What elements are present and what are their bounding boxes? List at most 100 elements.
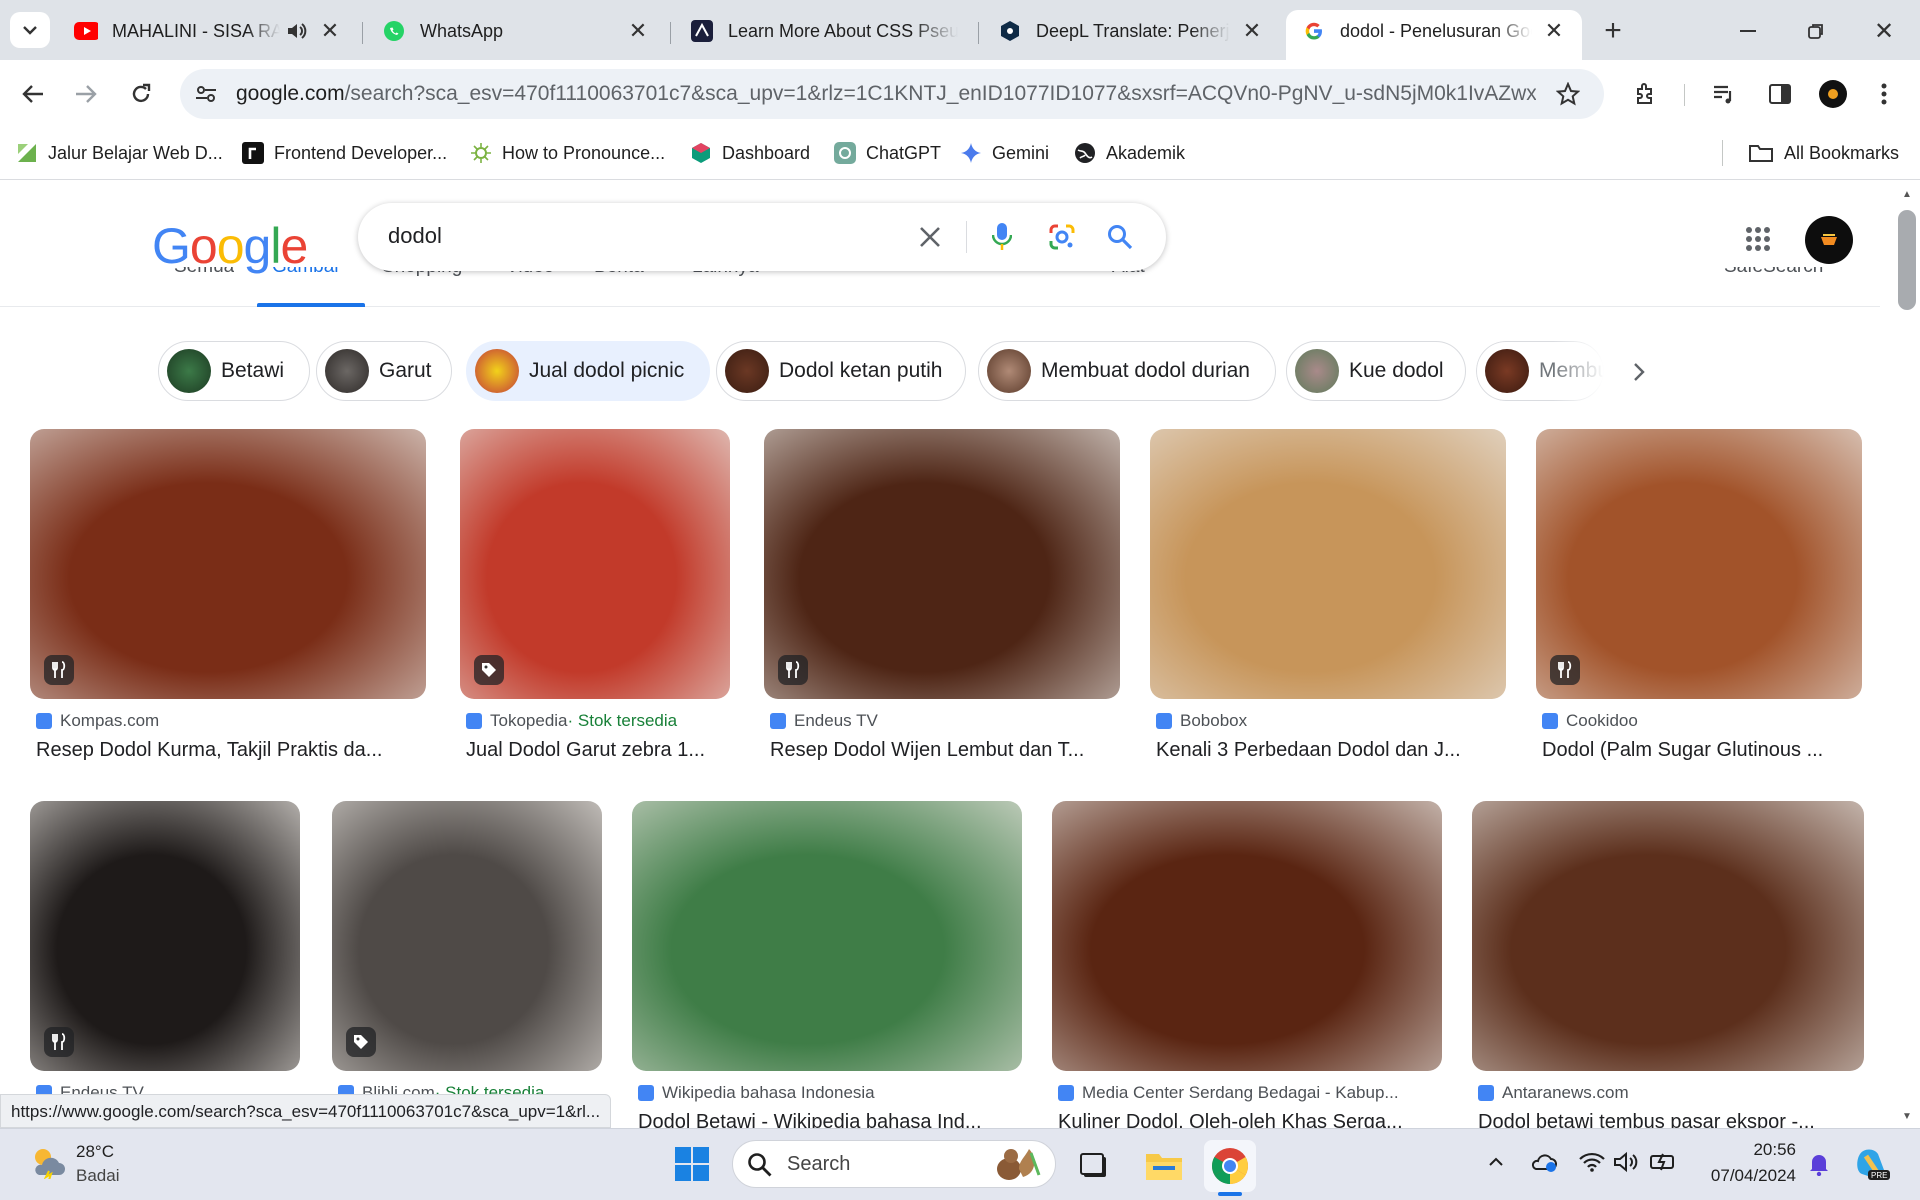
search-box[interactable]: dodol xyxy=(358,203,1166,271)
google-apps-icon[interactable] xyxy=(1738,219,1778,259)
bookmark-dashboard[interactable]: Dashboard xyxy=(690,137,810,169)
chip-kue-dodol[interactable]: Kue dodol xyxy=(1286,341,1466,401)
microphone-icon[interactable] xyxy=(982,217,1022,257)
page-scrollbar[interactable]: ▲ ▼ xyxy=(1894,181,1920,1128)
bookmark-chatgpt[interactable]: ChatGPT xyxy=(834,137,941,169)
tab-gambar[interactable]: Gambar xyxy=(272,267,341,279)
volume-icon[interactable] xyxy=(1612,1148,1640,1176)
image-result-card[interactable]: Endeus TV xyxy=(30,801,300,1128)
result-source[interactable]: Bobobox xyxy=(1156,711,1247,731)
clear-search-icon[interactable] xyxy=(910,217,950,257)
task-view-icon[interactable] xyxy=(1074,1146,1114,1186)
chip-dodol-ketan-putih[interactable]: Dodol ketan putih xyxy=(716,341,966,401)
result-thumbnail[interactable] xyxy=(332,801,602,1071)
windows-start-icon[interactable] xyxy=(672,1144,712,1184)
back-button[interactable] xyxy=(17,78,49,110)
result-thumbnail[interactable] xyxy=(1150,429,1506,699)
result-title[interactable]: Resep Dodol Wijen Lembut dan T... xyxy=(770,739,1120,762)
tab-search-button[interactable] xyxy=(10,12,50,48)
scroll-up-arrow[interactable]: ▲ xyxy=(1902,189,1912,200)
side-panel-icon[interactable] xyxy=(1764,78,1796,110)
result-source[interactable]: Wikipedia bahasa Indonesia xyxy=(638,1083,875,1103)
chip-membuat-dodol-durian[interactable]: Membuat dodol durian xyxy=(978,341,1276,401)
bookmark-star-icon[interactable] xyxy=(1552,78,1584,110)
image-result-card[interactable]: Antaranews.com Dodol betawi tembus pasar … xyxy=(1472,801,1864,1128)
bookmark-akademik[interactable]: Akademik xyxy=(1074,137,1185,169)
battery-charging-icon[interactable] xyxy=(1650,1148,1678,1176)
bookmark-gemini[interactable]: Gemini xyxy=(960,137,1049,169)
scrollbar-thumb[interactable] xyxy=(1898,210,1916,310)
close-icon[interactable]: ✕ xyxy=(626,18,650,43)
reload-button[interactable] xyxy=(125,78,157,110)
tab-deepl[interactable]: DeepL Translate: Penerjemah ✕ xyxy=(982,10,1280,52)
address-url[interactable]: google.com/search?sca_esv=470f1110063701… xyxy=(236,82,1536,106)
image-result-card[interactable]: Kompas.com Resep Dodol Kurma, Takjil Prak… xyxy=(30,429,426,779)
minimize-button[interactable] xyxy=(1730,14,1766,48)
onedrive-sync-icon[interactable] xyxy=(1530,1148,1558,1176)
forward-button[interactable] xyxy=(70,78,102,110)
bookmark-jalur-belajar[interactable]: Jalur Belajar Web D... xyxy=(16,137,223,169)
close-icon[interactable]: ✕ xyxy=(1542,18,1566,43)
speaker-icon[interactable] xyxy=(286,21,308,41)
result-source[interactable]: Tokopedia · Stok tersedia xyxy=(466,711,677,731)
all-bookmarks-button[interactable]: All Bookmarks xyxy=(1748,137,1899,169)
result-title[interactable]: Kuliner Dodol, Oleh-oleh Khas Serga... xyxy=(1058,1111,1442,1128)
extensions-icon[interactable] xyxy=(1630,78,1662,110)
copilot-icon[interactable]: PRE xyxy=(1852,1144,1892,1184)
result-source[interactable]: Antaranews.com xyxy=(1478,1083,1629,1103)
search-input[interactable]: dodol xyxy=(388,223,442,249)
result-thumbnail[interactable] xyxy=(764,429,1120,699)
tab-css[interactable]: Learn More About CSS Pseudo xyxy=(674,10,974,52)
result-thumbnail[interactable] xyxy=(30,801,300,1071)
safesearch-button[interactable]: SafeSearch xyxy=(1724,267,1823,279)
tab-mahalini[interactable]: MAHALINI - SISA RASA ✕ xyxy=(58,10,358,52)
tab-semua[interactable]: Semua xyxy=(174,267,234,279)
tab-whatsapp[interactable]: WhatsApp ✕ xyxy=(366,10,666,52)
window-close-button[interactable]: ✕ xyxy=(1866,14,1902,48)
chip-membuat[interactable]: Membuat xyxy=(1476,341,1604,401)
image-result-card[interactable]: Bobobox Kenali 3 Perbedaan Dodol dan J... xyxy=(1150,429,1506,779)
result-thumbnail[interactable] xyxy=(1472,801,1864,1071)
result-title[interactable]: Kenali 3 Perbedaan Dodol dan J... xyxy=(1156,739,1506,762)
result-thumbnail[interactable] xyxy=(460,429,730,699)
taskbar-search-box[interactable]: Search xyxy=(732,1140,1056,1188)
weather-desc[interactable]: Badai xyxy=(76,1166,119,1186)
close-icon[interactable]: ✕ xyxy=(318,18,342,43)
weather-icon[interactable] xyxy=(28,1142,68,1182)
chip-garut[interactable]: Garut xyxy=(316,341,452,401)
tab-google-dodol[interactable]: dodol - Penelusuran Google ✕ xyxy=(1286,10,1582,60)
search-icon[interactable] xyxy=(1100,217,1140,257)
chip-betawi[interactable]: Betawi xyxy=(158,341,310,401)
image-result-card[interactable]: Tokopedia · Stok tersedia Jual Dodol Garu… xyxy=(460,429,730,779)
chevron-right-icon[interactable] xyxy=(1624,357,1654,387)
menu-kebab-icon[interactable] xyxy=(1868,78,1900,110)
account-avatar[interactable] xyxy=(1804,215,1854,265)
notification-bell-icon[interactable] xyxy=(1806,1150,1832,1178)
image-result-card[interactable]: Endeus TV Resep Dodol Wijen Lembut dan T.… xyxy=(764,429,1120,779)
result-source[interactable]: Cookidoo xyxy=(1542,711,1638,731)
chip-jual-dodol-picnic[interactable]: Jual dodol picnic xyxy=(466,341,710,401)
bookmark-frontend-developer[interactable]: Frontend Developer... xyxy=(242,137,447,169)
new-tab-button[interactable]: + xyxy=(1596,14,1630,48)
image-result-card[interactable]: Cookidoo Dodol (Palm Sugar Glutinous ... xyxy=(1536,429,1862,779)
profile-avatar[interactable] xyxy=(1817,78,1849,110)
result-thumbnail[interactable] xyxy=(1536,429,1862,699)
result-source[interactable]: Endeus TV xyxy=(770,711,878,731)
file-explorer-icon[interactable] xyxy=(1142,1144,1186,1188)
result-thumbnail[interactable] xyxy=(1052,801,1442,1071)
result-title[interactable]: Jual Dodol Garut zebra 1... xyxy=(466,739,730,762)
result-title[interactable]: Dodol betawi tembus pasar ekspor -... xyxy=(1478,1111,1864,1128)
scroll-down-arrow[interactable]: ▼ xyxy=(1902,1111,1912,1122)
result-thumbnail[interactable] xyxy=(632,801,1022,1071)
clock-date[interactable]: 07/04/2024 xyxy=(1698,1166,1796,1186)
result-title[interactable]: Dodol (Palm Sugar Glutinous ... xyxy=(1542,739,1862,762)
chrome-taskbar-icon[interactable] xyxy=(1204,1140,1256,1192)
site-info-icon[interactable] xyxy=(190,78,222,110)
clock-time[interactable]: 20:56 xyxy=(1742,1140,1796,1160)
show-hidden-icons-chevron-icon[interactable] xyxy=(1484,1150,1508,1174)
result-thumbnail[interactable] xyxy=(30,429,426,699)
result-source[interactable]: Media Center Serdang Bedagai - Kabup... xyxy=(1058,1083,1399,1103)
wifi-icon[interactable] xyxy=(1578,1148,1606,1176)
google-lens-icon[interactable] xyxy=(1042,217,1082,257)
restore-button[interactable] xyxy=(1798,14,1834,48)
